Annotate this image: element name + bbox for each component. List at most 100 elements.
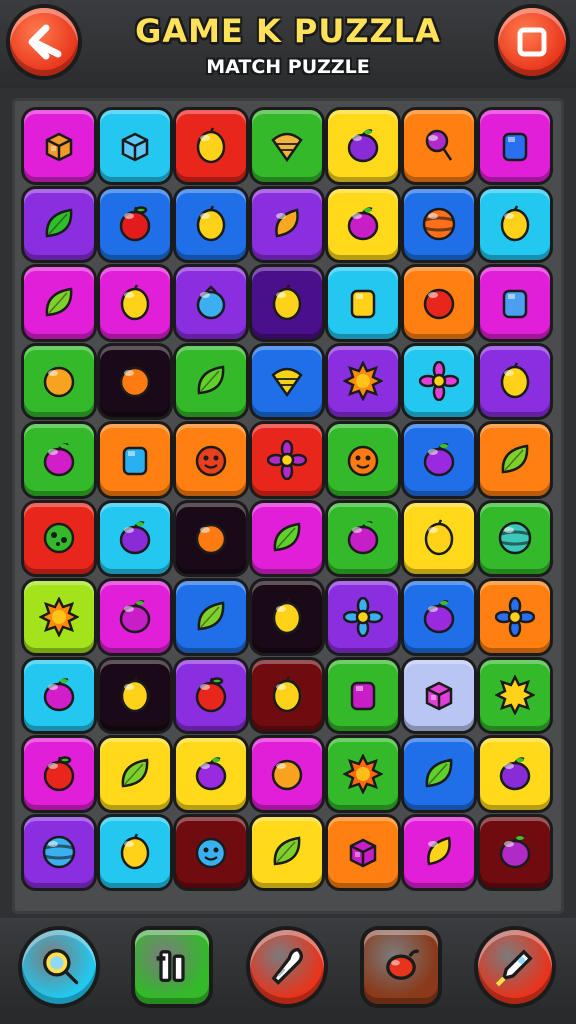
- board-tile[interactable]: [100, 581, 170, 653]
- plum-icon: [419, 440, 459, 480]
- board-tile[interactable]: [404, 816, 474, 888]
- leaf-icon: [191, 597, 231, 637]
- board-tile[interactable]: [480, 188, 550, 260]
- game-title: GAME K PUZZLA: [135, 12, 441, 50]
- board-tile[interactable]: [480, 267, 550, 339]
- board-tile[interactable]: [176, 502, 246, 574]
- board-tile[interactable]: [24, 188, 94, 260]
- face-icon: [191, 832, 231, 872]
- board-tile[interactable]: [328, 816, 398, 888]
- board-tile[interactable]: [176, 110, 246, 182]
- board-tile[interactable]: [480, 581, 550, 653]
- board-tile[interactable]: [100, 267, 170, 339]
- drill-button[interactable]: [250, 930, 324, 1004]
- board-tile[interactable]: [252, 424, 322, 496]
- board-tile[interactable]: [24, 424, 94, 496]
- magnifier-button[interactable]: [22, 930, 96, 1004]
- board-tile[interactable]: [252, 738, 322, 810]
- board-tile[interactable]: [404, 188, 474, 260]
- board-tile[interactable]: [404, 502, 474, 574]
- back-button[interactable]: [10, 8, 78, 76]
- board-tile[interactable]: [176, 581, 246, 653]
- board-tile[interactable]: [404, 738, 474, 810]
- board-tile[interactable]: [24, 581, 94, 653]
- board-tile[interactable]: [328, 502, 398, 574]
- board-tile[interactable]: [24, 738, 94, 810]
- board-tile[interactable]: [176, 188, 246, 260]
- sun-icon: [343, 753, 383, 794]
- board-tile[interactable]: [100, 659, 170, 731]
- leaf-icon: [115, 754, 155, 794]
- rocket-icon: [493, 943, 537, 991]
- board-tile[interactable]: [328, 188, 398, 260]
- leaf-icon: [39, 204, 79, 244]
- board-tile[interactable]: [24, 659, 94, 731]
- board-tile[interactable]: [404, 267, 474, 339]
- board-tile[interactable]: [252, 816, 322, 888]
- stop-button[interactable]: [498, 8, 566, 76]
- face-icon: [343, 440, 383, 480]
- board-tile[interactable]: [328, 267, 398, 339]
- rocket-button[interactable]: [478, 930, 552, 1004]
- board-tile[interactable]: [404, 424, 474, 496]
- board-tile[interactable]: [480, 816, 550, 888]
- board-tile[interactable]: [404, 581, 474, 653]
- board-tile[interactable]: [404, 659, 474, 731]
- board-tile[interactable]: [176, 738, 246, 810]
- board-tile[interactable]: [252, 659, 322, 731]
- leaf-icon: [39, 283, 79, 323]
- board-tile[interactable]: [176, 424, 246, 496]
- board-tile[interactable]: [176, 659, 246, 731]
- board-tile[interactable]: [100, 424, 170, 496]
- orange-icon: [39, 361, 79, 401]
- board-tile[interactable]: [24, 502, 94, 574]
- board-tile[interactable]: [252, 581, 322, 653]
- flower-icon: [495, 596, 535, 637]
- board-tile[interactable]: [100, 188, 170, 260]
- seed-icon: [379, 943, 423, 991]
- board-tile[interactable]: [252, 502, 322, 574]
- board-tile[interactable]: [328, 424, 398, 496]
- board-tile[interactable]: [252, 110, 322, 182]
- shuffle-icon: [150, 943, 194, 991]
- board-tile[interactable]: [480, 345, 550, 417]
- board-tile[interactable]: [24, 816, 94, 888]
- board-tile[interactable]: [24, 345, 94, 417]
- orange-icon: [115, 361, 155, 401]
- board-tile[interactable]: [480, 502, 550, 574]
- board-tile[interactable]: [328, 738, 398, 810]
- board-tile[interactable]: [252, 345, 322, 417]
- board-tile[interactable]: [404, 345, 474, 417]
- board-tile[interactable]: [252, 267, 322, 339]
- striped-ball-icon: [495, 518, 535, 558]
- board-tile[interactable]: [100, 110, 170, 182]
- cube-icon: [115, 126, 155, 166]
- leaf-icon: [191, 361, 231, 401]
- shuffle-button[interactable]: [135, 930, 209, 1004]
- board-tile[interactable]: [100, 816, 170, 888]
- bomb-button[interactable]: [364, 930, 438, 1004]
- board-tile[interactable]: [176, 345, 246, 417]
- virus-icon: [39, 518, 79, 558]
- board-tile[interactable]: [252, 188, 322, 260]
- tile-grid: [24, 110, 550, 888]
- board-tile[interactable]: [328, 110, 398, 182]
- board-tile[interactable]: [480, 738, 550, 810]
- board-tile[interactable]: [480, 659, 550, 731]
- board-tile[interactable]: [480, 110, 550, 182]
- board-tile[interactable]: [100, 738, 170, 810]
- board-tile[interactable]: [328, 659, 398, 731]
- board-tile[interactable]: [100, 502, 170, 574]
- board-tile[interactable]: [100, 345, 170, 417]
- sun-icon: [343, 361, 383, 402]
- board-tile[interactable]: [404, 110, 474, 182]
- board-tile[interactable]: [328, 345, 398, 417]
- gem-icon: [115, 440, 155, 480]
- board-tile[interactable]: [176, 267, 246, 339]
- board-tile[interactable]: [480, 424, 550, 496]
- plum-icon: [495, 832, 535, 872]
- board-tile[interactable]: [176, 816, 246, 888]
- board-tile[interactable]: [24, 267, 94, 339]
- board-tile[interactable]: [24, 110, 94, 182]
- board-tile[interactable]: [328, 581, 398, 653]
